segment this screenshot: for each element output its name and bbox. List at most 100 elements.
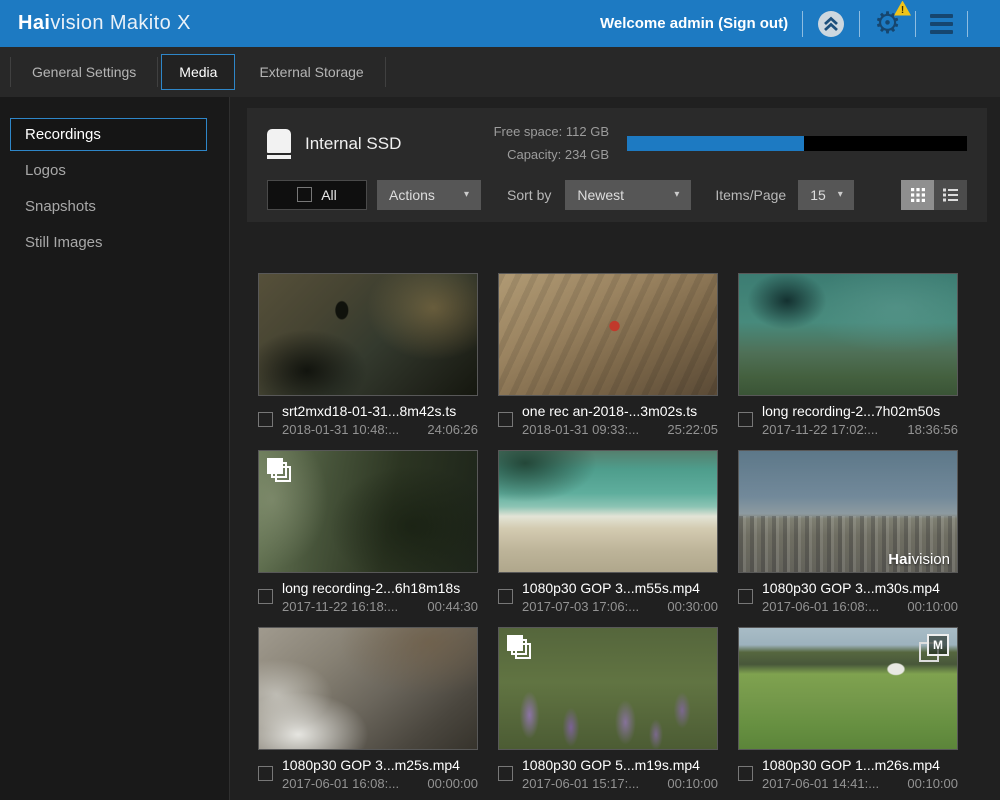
recording-text: long recording-2...6h18m18s 2017-11-22 1… — [282, 580, 478, 614]
recording-filename[interactable]: long recording-2...6h18m18s — [282, 580, 478, 596]
sidebar-item-snapshots[interactable]: Snapshots — [10, 190, 207, 223]
free-space-label: Free space: — [494, 124, 563, 139]
recording-duration: 00:30:00 — [667, 599, 718, 614]
recording-thumbnail[interactable] — [258, 450, 478, 573]
main-panel: Internal SSD Free space: 112 GB Capacity… — [230, 97, 1000, 800]
recording-checkbox[interactable] — [258, 589, 273, 604]
recording-checkbox[interactable] — [258, 412, 273, 427]
divider — [10, 57, 11, 87]
items-per-page-label: Items/Page — [715, 187, 786, 203]
divider — [915, 11, 916, 37]
recording-thumbnail[interactable] — [498, 273, 718, 396]
sidebar-item-recordings[interactable]: Recordings — [10, 118, 207, 151]
recording-thumbnail[interactable]: Haivision — [738, 450, 958, 573]
top-bar: Haivision Makito X Welcome admin (Sign o… — [0, 0, 1000, 47]
recording-thumbnail[interactable] — [738, 273, 958, 396]
ssd-drive-icon — [267, 129, 291, 159]
recording-checkbox[interactable] — [738, 589, 753, 604]
storage-info-row: Internal SSD Free space: 112 GB Capacity… — [267, 121, 967, 167]
recording-filename[interactable]: 1080p30 GOP 1...m26s.mp4 — [762, 757, 958, 773]
recording-meta: 2017-06-01 15:17:... 00:10:00 — [522, 776, 718, 791]
capacity-label: Capacity: — [507, 147, 561, 162]
tab-general-settings[interactable]: General Settings — [14, 54, 154, 90]
recording-date: 2017-06-01 16:08:... — [282, 776, 399, 791]
actions-dropdown[interactable]: Actions ▾ — [377, 180, 481, 210]
menu-button[interactable] — [930, 14, 953, 34]
recording-thumbnail[interactable] — [258, 627, 478, 750]
storage-usage-fill — [627, 136, 804, 151]
select-all-checkbox[interactable] — [297, 187, 312, 202]
recording-thumbnail[interactable] — [258, 273, 478, 396]
recording-checkbox[interactable] — [498, 589, 513, 604]
status-button[interactable] — [817, 10, 845, 38]
tab-bar: General Settings Media External Storage — [0, 47, 1000, 97]
recording-card: 1080p30 GOP 3...m25s.mp4 2017-06-01 16:0… — [258, 627, 478, 791]
recording-filename[interactable]: 1080p30 GOP 3...m30s.mp4 — [762, 580, 958, 596]
recording-filename[interactable]: srt2mxd18-01-31...8m42s.ts — [282, 403, 478, 419]
recording-filename[interactable]: one rec an-2018-...3m02s.ts — [522, 403, 718, 419]
recording-checkbox[interactable] — [498, 412, 513, 427]
recording-card: long recording-2...7h02m50s 2017-11-22 1… — [738, 273, 958, 437]
recording-meta: 2018-01-31 09:33:... 25:22:05 — [522, 422, 718, 437]
recording-checkbox[interactable] — [498, 766, 513, 781]
recording-filename[interactable]: 1080p30 GOP 5...m19s.mp4 — [522, 757, 718, 773]
haivision-watermark: Haivision — [888, 551, 950, 568]
storage-title: Internal SSD — [305, 134, 401, 154]
tab-external-storage[interactable]: External Storage — [241, 54, 381, 90]
divider — [385, 57, 386, 87]
items-per-page-dropdown[interactable]: 15 ▾ — [798, 180, 854, 210]
recording-text: 1080p30 GOP 3...m25s.mp4 2017-06-01 16:0… — [282, 757, 478, 791]
settings-button[interactable]: ⚙ ! — [874, 9, 901, 39]
sidebar-item-still-images[interactable]: Still Images — [10, 226, 207, 259]
sidebar: Recordings Logos Snapshots Still Images — [0, 97, 230, 800]
divider — [859, 11, 860, 37]
tab-media[interactable]: Media — [161, 54, 235, 90]
recording-caption: long recording-2...6h18m18s 2017-11-22 1… — [258, 580, 478, 614]
recording-filename[interactable]: long recording-2...7h02m50s — [762, 403, 958, 419]
recording-filename[interactable]: 1080p30 GOP 3...m25s.mp4 — [282, 757, 478, 773]
multi-segment-icon — [507, 635, 537, 665]
recording-date: 2017-06-01 14:41:... — [762, 776, 879, 791]
recording-duration: 25:22:05 — [667, 422, 718, 437]
grid-view-button[interactable] — [901, 180, 934, 210]
recording-text: srt2mxd18-01-31...8m42s.ts 2018-01-31 10… — [282, 403, 478, 437]
divider — [802, 11, 803, 37]
sidebar-item-logos[interactable]: Logos — [10, 154, 207, 187]
recording-caption: 1080p30 GOP 3...m25s.mp4 2017-06-01 16:0… — [258, 757, 478, 791]
recording-card: M 1080p30 GOP 1...m26s.mp4 2017-06-01 14… — [738, 627, 958, 791]
select-all-label: All — [321, 187, 337, 203]
recording-caption: 1080p30 GOP 5...m19s.mp4 2017-06-01 15:1… — [498, 757, 718, 791]
recording-checkbox[interactable] — [258, 766, 273, 781]
recording-caption: one rec an-2018-...3m02s.ts 2018-01-31 0… — [498, 403, 718, 437]
sort-dropdown[interactable]: Newest ▾ — [565, 180, 691, 210]
recording-duration: 24:06:26 — [427, 422, 478, 437]
brand-rest: vision Makito X — [50, 12, 191, 34]
recording-date: 2018-01-31 09:33:... — [522, 422, 639, 437]
recording-duration: 00:10:00 — [907, 776, 958, 791]
recording-thumbnail[interactable] — [498, 627, 718, 750]
recording-date: 2018-01-31 10:48:... — [282, 422, 399, 437]
recording-checkbox[interactable] — [738, 766, 753, 781]
recording-card: 1080p30 GOP 3...m55s.mp4 2017-07-03 17:0… — [498, 450, 718, 614]
select-all-button[interactable]: All — [267, 180, 367, 210]
recording-caption: srt2mxd18-01-31...8m42s.ts 2018-01-31 10… — [258, 403, 478, 437]
recording-checkbox[interactable] — [738, 412, 753, 427]
recording-text: 1080p30 GOP 1...m26s.mp4 2017-06-01 14:4… — [762, 757, 958, 791]
recording-text: long recording-2...7h02m50s 2017-11-22 1… — [762, 403, 958, 437]
recording-thumbnail[interactable]: M — [738, 627, 958, 750]
sign-out-link[interactable]: (Sign out) — [718, 15, 788, 32]
recording-caption: long recording-2...7h02m50s 2017-11-22 1… — [738, 403, 958, 437]
free-space-value: 112 GB — [566, 124, 609, 139]
recording-caption: 1080p30 GOP 3...m30s.mp4 2017-06-01 16:0… — [738, 580, 958, 614]
content-area: Recordings Logos Snapshots Still Images … — [0, 97, 1000, 800]
recording-thumbnail[interactable] — [498, 450, 718, 573]
recording-meta: 2017-11-22 16:18:... 00:44:30 — [282, 599, 478, 614]
recording-card: long recording-2...6h18m18s 2017-11-22 1… — [258, 450, 478, 614]
recording-text: 1080p30 GOP 5...m19s.mp4 2017-06-01 15:1… — [522, 757, 718, 791]
storage-panel: Internal SSD Free space: 112 GB Capacity… — [247, 108, 987, 222]
divider — [157, 57, 158, 87]
recording-filename[interactable]: 1080p30 GOP 3...m55s.mp4 — [522, 580, 718, 596]
chevron-down-icon: ▾ — [838, 189, 843, 200]
list-view-button[interactable] — [934, 180, 967, 210]
recording-card: one rec an-2018-...3m02s.ts 2018-01-31 0… — [498, 273, 718, 437]
